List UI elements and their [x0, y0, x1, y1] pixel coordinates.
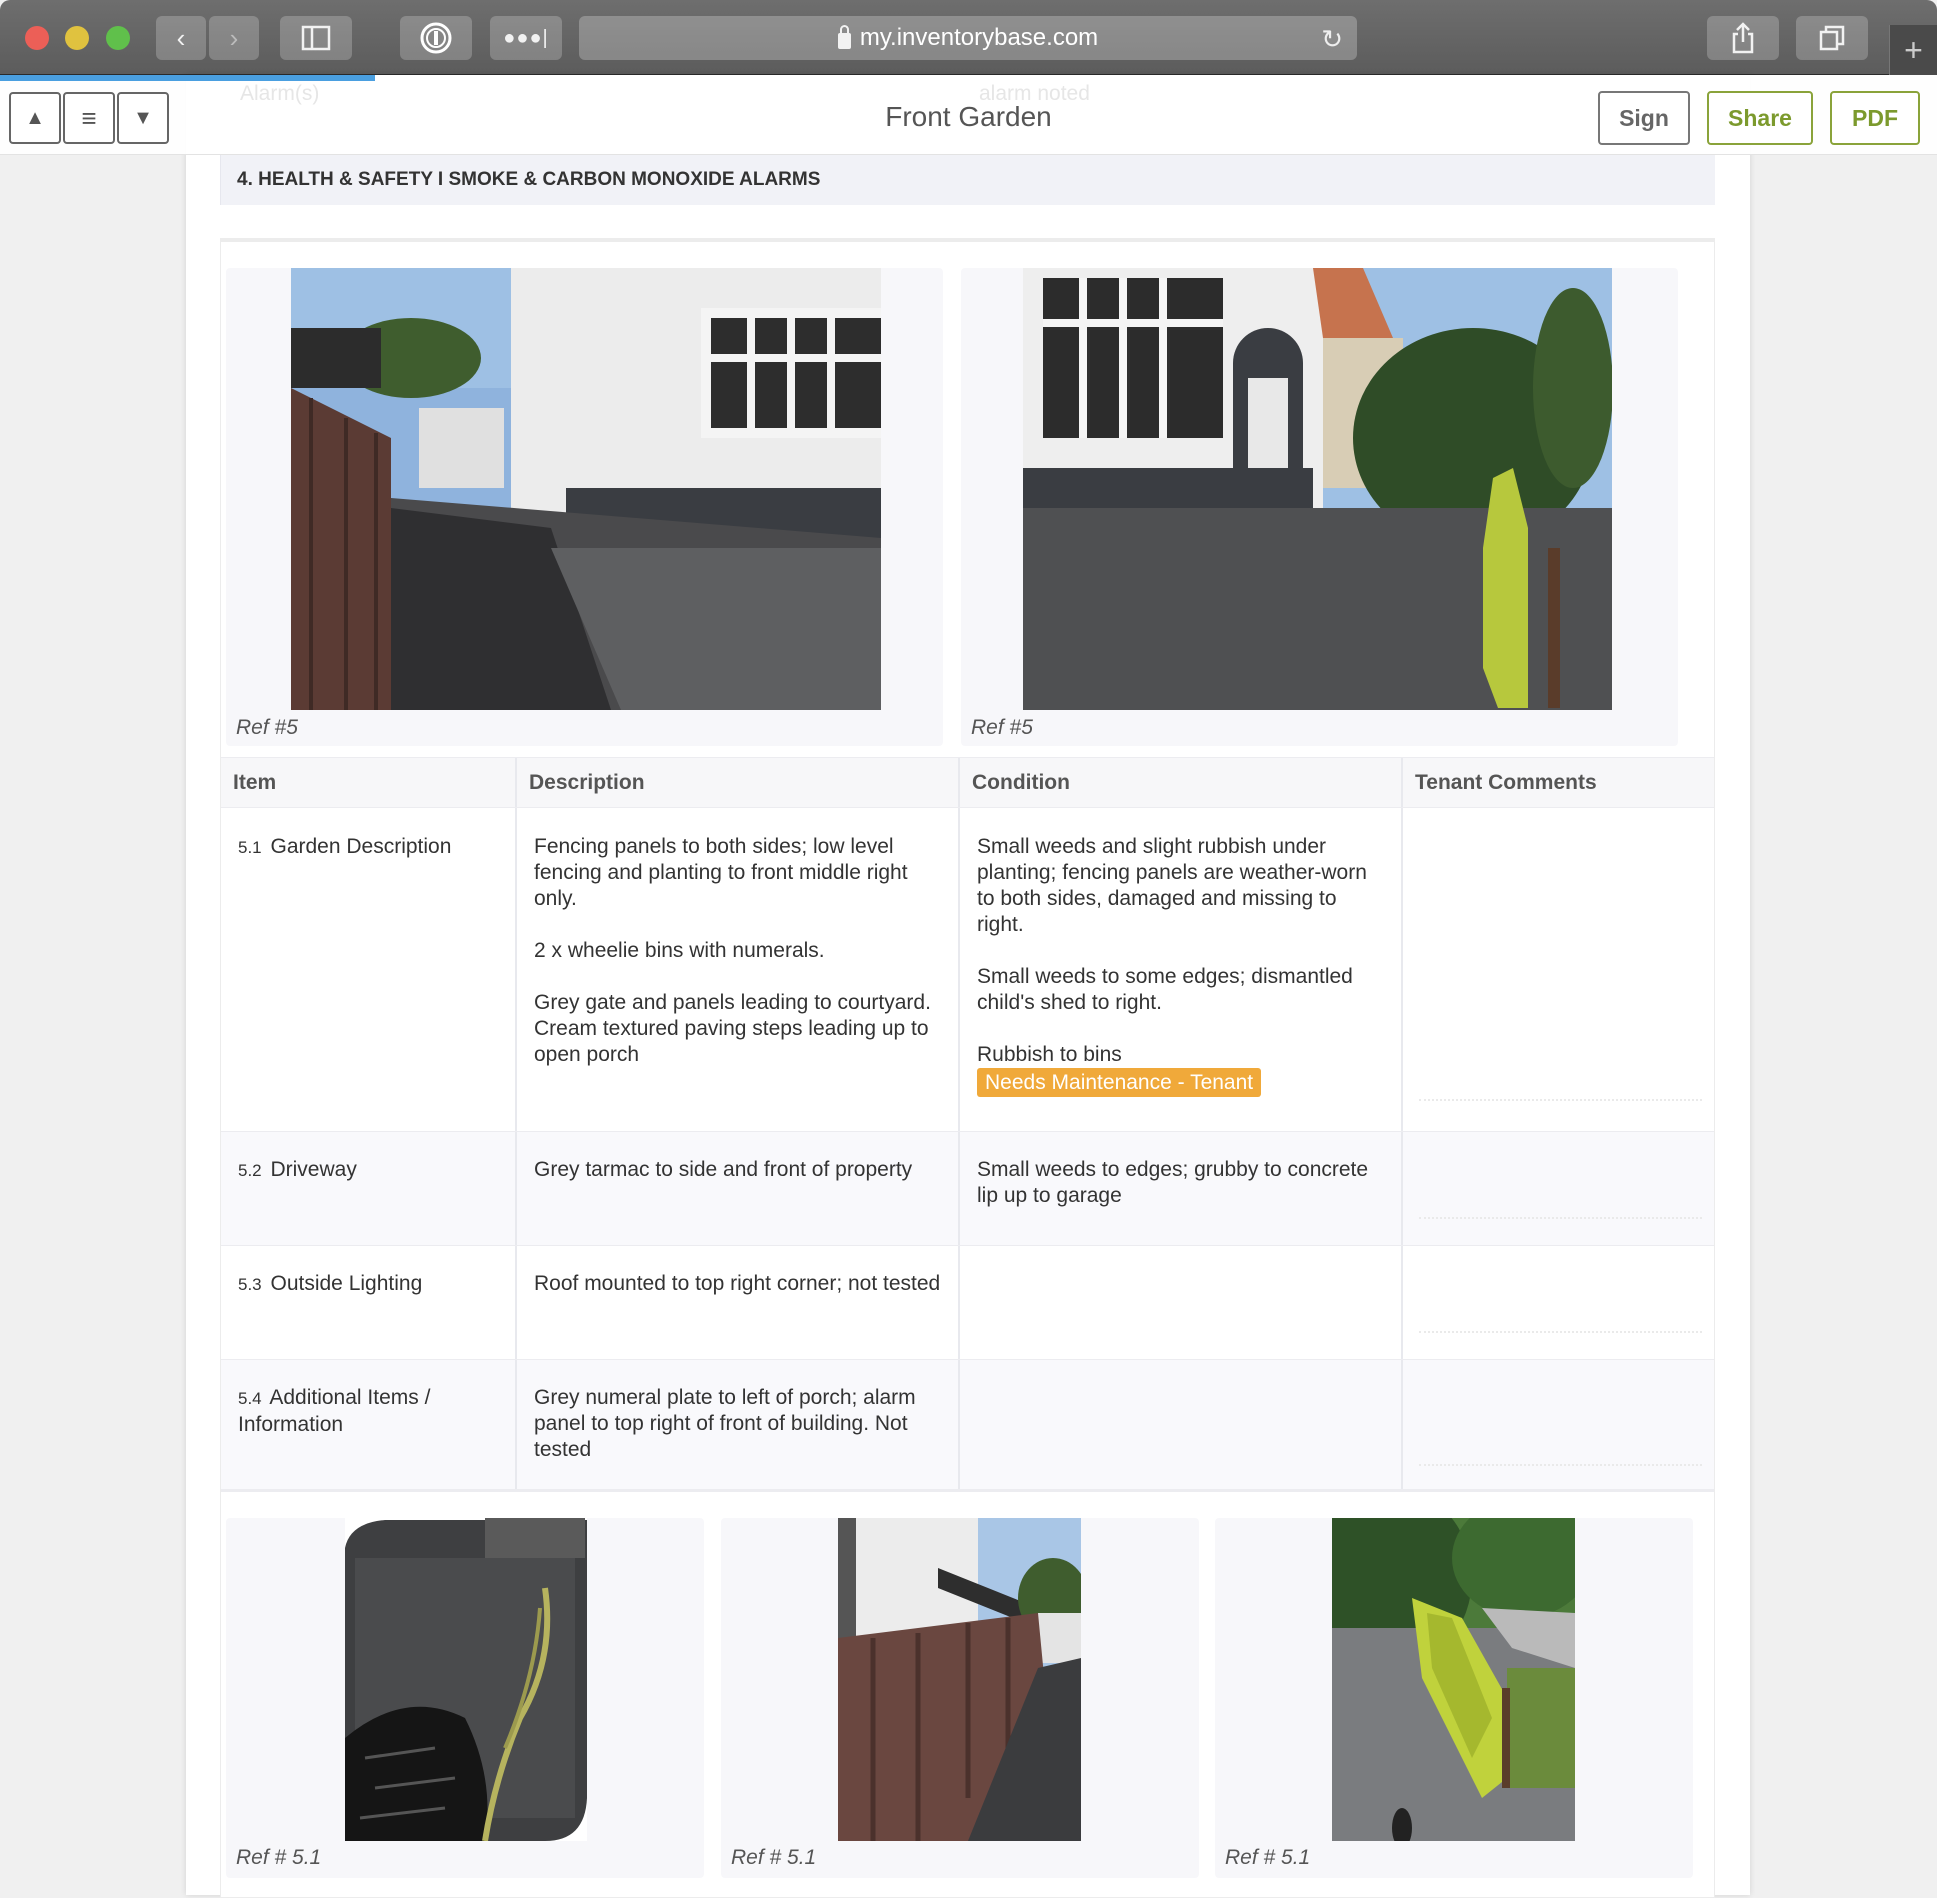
photo-card[interactable]: Ref #5 [226, 268, 943, 746]
photo-wheelie-bin[interactable] [345, 1518, 587, 1841]
address-bar[interactable]: my.inventorybase.com ↻ [579, 16, 1357, 60]
share-icon [1732, 22, 1754, 54]
new-tab-icon: + [1904, 31, 1923, 68]
condition-cell [960, 1246, 1403, 1359]
page-load-progress [0, 75, 375, 81]
url-text: my.inventorybase.com [859, 24, 1099, 51]
item-name: Outside Lighting [270, 1272, 423, 1295]
description-text: Grey tarmac to side and front of propert… [534, 1158, 913, 1181]
condition-cell [960, 1360, 1403, 1489]
item-name: Additional Items / Information [238, 1386, 431, 1436]
status-badge: Needs Maintenance - Tenant [977, 1068, 1262, 1097]
photo-card[interactable]: Ref # 5.1 [1215, 1518, 1693, 1878]
description-text: Grey numeral plate to left of porch; ala… [534, 1386, 916, 1461]
photo-card[interactable]: Ref #5 [961, 268, 1678, 746]
sidebar-button[interactable] [280, 16, 352, 60]
lock-icon [837, 25, 851, 49]
condition-cell: Small weeds and slight rubbish under pla… [960, 808, 1403, 1131]
pdf-button[interactable]: PDF [1830, 91, 1920, 145]
item-name: Garden Description [270, 835, 452, 858]
reload-icon[interactable]: ↻ [1321, 24, 1343, 55]
description-text: Roof mounted to top right corner; not te… [534, 1272, 941, 1295]
share-button[interactable]: Share [1707, 91, 1813, 145]
table-row: 5.1 Garden Description Fencing panels to… [221, 807, 1714, 1131]
comment-input-line[interactable] [1419, 1099, 1702, 1101]
password-manager-button[interactable] [400, 16, 472, 60]
sidebar-icon [301, 25, 331, 51]
photo-ref-label: Ref # 5.1 [236, 1846, 322, 1869]
tenant-comments-cell[interactable] [1403, 1132, 1714, 1245]
photo-ref-label: Ref # 5.1 [731, 1846, 817, 1869]
photo-ref-label: Ref #5 [236, 716, 298, 739]
item-cell: 5.2 Driveway [221, 1132, 517, 1245]
back-icon: ‹ [176, 22, 186, 53]
comment-input-line[interactable] [1419, 1464, 1702, 1466]
show-tabs-button[interactable] [1796, 16, 1868, 60]
item-number: 5.1 [238, 838, 262, 857]
section-heading: 4. HEALTH & SAFETY I SMOKE & CARBON MONO… [220, 155, 1715, 205]
comment-input-line[interactable] [1419, 1331, 1702, 1333]
share-page-button[interactable] [1707, 16, 1779, 60]
description-cell: Grey tarmac to side and front of propert… [517, 1132, 960, 1245]
tenant-comments-cell[interactable] [1403, 808, 1714, 1131]
photo-front-house[interactable] [1023, 268, 1612, 710]
description-text: Fencing panels to both sides; low level … [534, 835, 908, 910]
item-number: 5.4 [238, 1389, 262, 1408]
inventory-table: Item Description Condition Tenant Commen… [221, 757, 1714, 1492]
column-header-condition: Condition [960, 758, 1403, 807]
photo-conifer-hedge[interactable] [1332, 1518, 1575, 1841]
description-text: Grey gate and panels leading to courtyar… [534, 991, 931, 1014]
photo-side-driveway[interactable] [291, 268, 881, 710]
extensions-icon: ●●●| [503, 26, 549, 49]
password-manager-icon [420, 22, 452, 54]
condition-text: Small weeds and slight rubbish under pla… [977, 835, 1367, 936]
item-cell: 5.1 Garden Description [221, 808, 517, 1131]
tenant-comments-cell[interactable] [1403, 1246, 1714, 1359]
column-header-description: Description [517, 758, 960, 807]
photo-ref-label: Ref #5 [971, 716, 1033, 739]
new-tab-button[interactable]: + [1889, 25, 1937, 75]
close-window-button[interactable] [25, 26, 49, 50]
table-row: 5.3 Outside Lighting Roof mounted to top… [221, 1245, 1714, 1359]
condition-text: Small weeds to edges; grubby to concrete… [977, 1158, 1369, 1207]
photo-card[interactable]: Ref # 5.1 [226, 1518, 704, 1878]
minimize-window-button[interactable] [65, 26, 89, 50]
table-header: Item Description Condition Tenant Commen… [221, 757, 1714, 807]
ghost-text-right: alarm noted [979, 82, 1090, 105]
condition-text: Small weeds to some edges; dismantled ch… [977, 965, 1353, 1014]
sign-button[interactable]: Sign [1598, 91, 1690, 145]
description-cell: Fencing panels to both sides; low level … [517, 808, 960, 1131]
report-header: Alarm(s) alarm noted ▲ ≡ ▼ Front Garden … [0, 75, 1937, 155]
column-header-item: Item [221, 758, 517, 807]
back-button[interactable]: ‹ [156, 16, 206, 60]
ghost-text-left: Alarm(s) [240, 82, 320, 105]
column-header-tenant-comments: Tenant Comments [1415, 770, 1597, 794]
item-number: 5.2 [238, 1161, 262, 1180]
condition-cell: Small weeds to edges; grubby to concrete… [960, 1132, 1403, 1245]
photo-card[interactable]: Ref # 5.1 [721, 1518, 1199, 1878]
description-text: 2 x wheelie bins with numerals. [534, 939, 825, 962]
tabs-icon [1819, 25, 1845, 51]
zoom-window-button[interactable] [106, 26, 130, 50]
description-cell: Grey numeral plate to left of porch; ala… [517, 1360, 960, 1489]
forward-button[interactable]: › [209, 16, 259, 60]
condition-text: Rubbish to bins [977, 1043, 1122, 1066]
description-text: Cream textured paving steps leading up t… [534, 1017, 929, 1066]
photo-ref-label: Ref # 5.1 [1225, 1846, 1311, 1869]
table-row: 5.4 Additional Items / Information Grey … [221, 1359, 1714, 1492]
table-row: 5.2 Driveway Grey tarmac to side and fro… [221, 1131, 1714, 1245]
description-cell: Roof mounted to top right corner; not te… [517, 1246, 960, 1359]
item-cell: 5.4 Additional Items / Information [221, 1360, 517, 1489]
tenant-comments-cell[interactable] [1403, 1360, 1714, 1489]
item-cell: 5.3 Outside Lighting [221, 1246, 517, 1359]
photo-fence-path[interactable] [838, 1518, 1081, 1841]
item-number: 5.3 [238, 1275, 262, 1294]
forward-icon: › [229, 22, 239, 53]
comment-input-line[interactable] [1419, 1217, 1702, 1219]
item-name: Driveway [270, 1158, 357, 1181]
browser-toolbar: ‹ › ●●●| my.inventorybase.com ↻ + [0, 0, 1937, 75]
extensions-button[interactable]: ●●●| [490, 16, 562, 60]
